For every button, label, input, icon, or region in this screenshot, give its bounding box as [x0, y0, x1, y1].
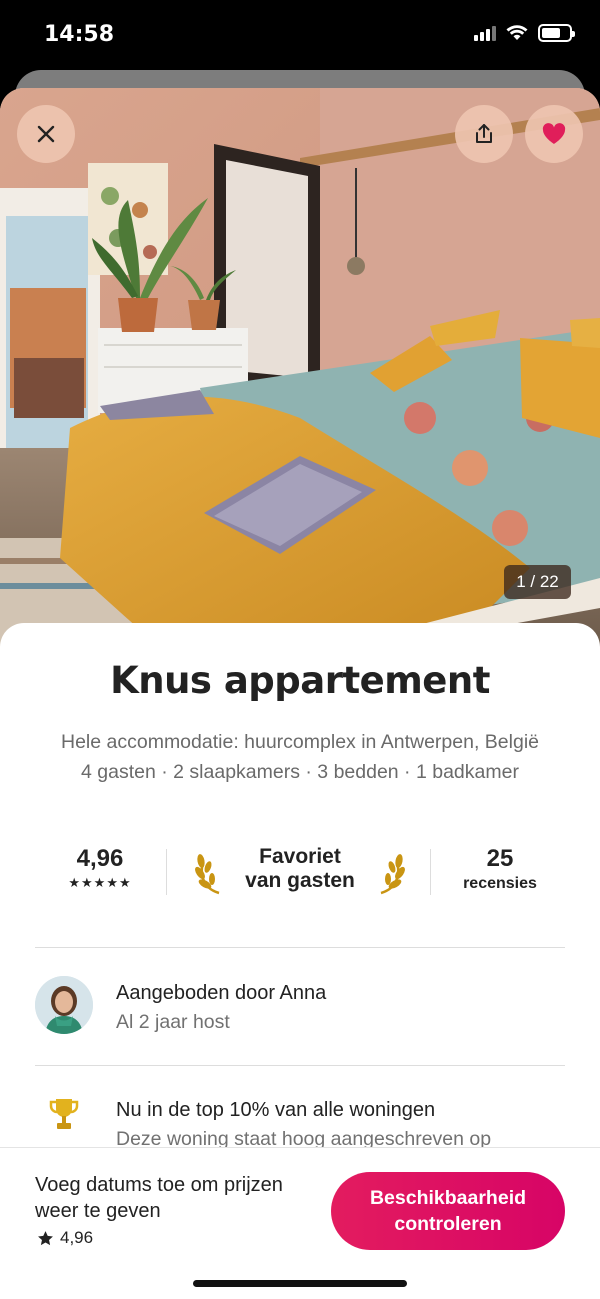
- save-favorite-button[interactable]: [525, 105, 583, 163]
- laurel-right-icon: [380, 854, 405, 895]
- host-title: Aangeboden door Anna: [116, 982, 327, 1004]
- footer-rating-value: 4,96: [60, 1228, 94, 1247]
- rating-stat[interactable]: 4,96 ★★★★★: [35, 845, 165, 891]
- footer-rating: 4,96: [37, 1228, 93, 1248]
- home-indicator[interactable]: [193, 1280, 407, 1287]
- stats-bar: 4,96 ★★★★★ Favoriet van gasten 25 recens…: [35, 845, 565, 905]
- battery-icon: [538, 24, 575, 42]
- rating-stars: ★★★★★: [68, 875, 132, 890]
- listing-type: Hele accommodatie: huurcomplex in Antwer…: [60, 731, 539, 753]
- favorite-label: Favoriet van gasten: [225, 845, 375, 893]
- host-section[interactable]: Aangeboden door Anna Al 2 jaar host: [35, 976, 565, 1038]
- price-prompt[interactable]: Voeg datums toe om prijzen weer te geven: [35, 1172, 325, 1224]
- price-prompt-line2: weer te geven: [35, 1200, 161, 1222]
- host-avatar[interactable]: [35, 976, 93, 1034]
- booking-footer: Voeg datums toe om prijzen weer te geven…: [0, 1147, 600, 1299]
- status-time: 14:58: [44, 22, 115, 47]
- highlight-section: Nu in de top 10% van alle woningen Deze …: [35, 1093, 565, 1153]
- favorite-label-line2: van gasten: [245, 869, 355, 892]
- reviews-count: 25: [486, 845, 514, 872]
- rating-value: 4,96: [76, 845, 124, 872]
- price-prompt-line1: Voeg datums toe om prijzen: [35, 1174, 283, 1196]
- section-divider: [35, 1065, 565, 1066]
- avatar-image: [35, 976, 93, 1034]
- cta-label-line1: Beschikbaarheid: [369, 1187, 527, 1209]
- star-icon: [38, 1230, 53, 1245]
- laurel-left-icon: [195, 854, 220, 895]
- signal-icon: [474, 25, 496, 41]
- bedroom-illustration: [0, 88, 600, 648]
- cta-label-line2: controleren: [394, 1213, 502, 1235]
- heart-icon: [542, 123, 566, 144]
- host-duration: Al 2 jaar host: [116, 1011, 230, 1033]
- check-availability-button[interactable]: Beschikbaarheid controleren: [331, 1172, 565, 1250]
- close-button[interactable]: [17, 105, 75, 163]
- status-icons: [474, 24, 575, 42]
- close-icon: [37, 125, 55, 143]
- listing-photo[interactable]: 1 / 22: [0, 88, 600, 648]
- favorite-label-line1: Favoriet: [259, 845, 341, 868]
- share-button[interactable]: [455, 105, 513, 163]
- reviews-stat[interactable]: 25 recensies: [435, 845, 565, 893]
- trophy-icon: [49, 1099, 79, 1129]
- divider: [430, 849, 431, 895]
- guest-favorite-badge: Favoriet van gasten: [195, 845, 405, 901]
- status-bar: 14:58: [0, 0, 600, 70]
- listing-title: Knus appartement: [110, 659, 490, 702]
- section-divider: [35, 947, 565, 948]
- listing-capacity: 4 gasten · 2 slaapkamers · 3 bedden · 1 …: [81, 761, 519, 783]
- highlight-title: Nu in de top 10% van alle woningen: [116, 1099, 436, 1121]
- wifi-icon: [506, 25, 528, 40]
- share-icon: [476, 124, 492, 143]
- photo-counter: 1 / 22: [504, 565, 571, 599]
- listing-card: 1 / 22 Knus appartement Hele accommodati…: [0, 88, 600, 1299]
- reviews-label: recensies: [463, 875, 537, 892]
- divider: [166, 849, 167, 895]
